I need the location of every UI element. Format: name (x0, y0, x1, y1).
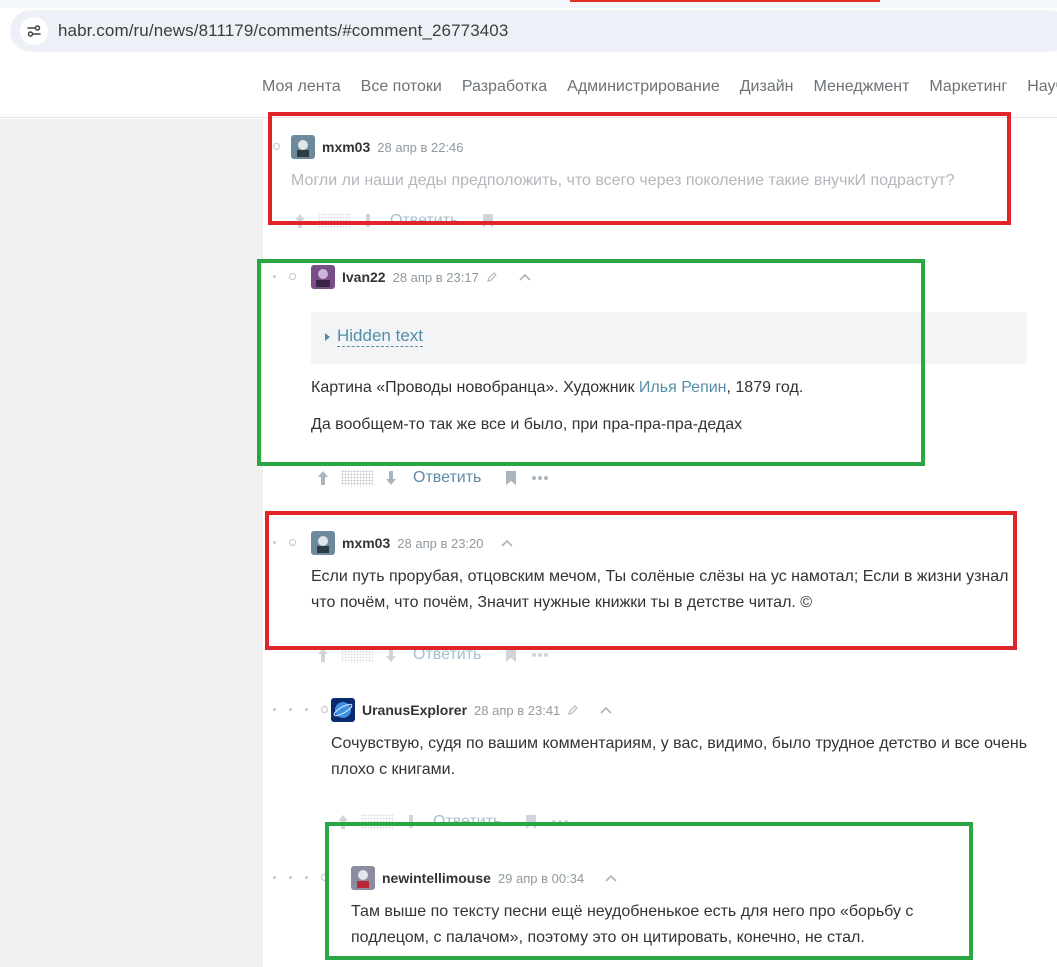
comment-header: Ivan22 28 апр в 23:17 (311, 265, 531, 289)
nav-item-popular-science[interactable]: Научпоп (1027, 78, 1057, 96)
site-header-nav: Моя лента Все потоки Разработка Админист… (0, 62, 1057, 118)
comment-text-line: Да вообщем-то так же все и было, при пра… (311, 416, 743, 433)
active-tab-accent (570, 0, 880, 2)
spoiler-title[interactable]: Hidden text (337, 326, 423, 347)
comment-timestamp[interactable]: 29 апр в 00:34 (498, 871, 584, 886)
avatar[interactable] (331, 698, 355, 722)
bookmark-icon[interactable] (505, 647, 517, 663)
comment-text: Если путь прорубая, отцовским мечом, Ты … (311, 568, 1009, 611)
comment-text: Могли ли наши деды предположить, что все… (291, 172, 955, 189)
comment-text-part: , 1879 год. (726, 379, 804, 396)
more-options-icon[interactable] (531, 652, 549, 658)
comment-score (318, 213, 350, 229)
bookmark-icon[interactable] (505, 470, 517, 486)
thread-dot (273, 541, 276, 544)
parent-comment-chevron-up-icon[interactable] (500, 539, 513, 547)
downvote-icon[interactable] (385, 470, 397, 486)
parent-comment-chevron-up-icon[interactable] (600, 706, 612, 714)
avatar[interactable] (311, 531, 335, 555)
thread-marker (289, 539, 296, 546)
parent-comment-chevron-up-icon[interactable] (519, 273, 531, 281)
address-bar[interactable]: habr.com/ru/news/811179/comments/#commen… (10, 10, 1057, 52)
url-text[interactable]: habr.com/ru/news/811179/comments/#commen… (58, 21, 508, 41)
thread-dot (273, 708, 276, 711)
comment-header: newintellimouse 29 апр в 00:34 (351, 866, 617, 890)
comment-timestamp[interactable]: 28 апр в 23:17 (393, 270, 479, 285)
upvote-icon[interactable] (317, 470, 329, 486)
thread-indent (273, 273, 296, 280)
comment-header: mxm03 28 апр в 22:46 (291, 135, 464, 159)
nav-item-administration[interactable]: Администрирование (567, 78, 720, 96)
thread-dot (273, 876, 276, 879)
nav-item-all-streams[interactable]: Все потоки (361, 78, 442, 96)
reply-button[interactable]: Ответить (413, 469, 481, 487)
thread-indent (273, 143, 280, 150)
edited-pencil-icon (486, 271, 498, 283)
more-options-icon[interactable] (551, 819, 569, 825)
nav-item-design[interactable]: Дизайн (740, 78, 794, 96)
nav-item-development[interactable]: Разработка (462, 78, 547, 96)
comment-username[interactable]: mxm03 (322, 139, 370, 155)
thread-dot (305, 876, 308, 879)
thread-marker (289, 273, 296, 280)
thread-indent (273, 874, 328, 881)
downvote-icon[interactable] (362, 213, 374, 229)
browser-tabstrip (0, 0, 1057, 8)
reply-button[interactable]: Ответить (390, 212, 458, 230)
edited-pencil-icon (567, 704, 579, 716)
comment-username[interactable]: Ivan22 (342, 269, 386, 285)
avatar[interactable] (311, 265, 335, 289)
comment-header: mxm03 28 апр в 23:20 (311, 531, 513, 555)
nav-item-my-feed[interactable]: Моя лента (262, 78, 341, 96)
site-settings-icon[interactable] (20, 17, 48, 45)
comment-score (341, 647, 373, 663)
artist-link[interactable]: Илья Репин (639, 379, 727, 396)
comment-username[interactable]: mxm03 (342, 535, 390, 551)
comment-text: Там выше по тексту песни ещё неудобненьк… (351, 903, 914, 946)
comment-text-part: Картина «Проводы новобранца». Художник (311, 379, 639, 396)
comment-score (361, 814, 393, 830)
bookmark-icon[interactable] (482, 213, 494, 229)
spoiler-block[interactable]: Hidden text (311, 312, 1027, 364)
downvote-icon[interactable] (385, 647, 397, 663)
thread-dot (289, 708, 292, 711)
parent-comment-chevron-up-icon[interactable] (605, 874, 617, 882)
upvote-icon[interactable] (337, 814, 349, 830)
comment-text-line: Картина «Проводы новобранца». Художник И… (311, 375, 1011, 401)
thread-marker (273, 143, 280, 150)
thread-indent (273, 539, 296, 546)
thread-marker (321, 706, 328, 713)
comment-actions: Ответить (317, 469, 549, 487)
spoiler-arrow-icon (325, 333, 330, 341)
thread-dot (305, 708, 308, 711)
downvote-icon[interactable] (405, 814, 417, 830)
more-options-icon[interactable] (531, 475, 549, 481)
comment-username[interactable]: newintellimouse (382, 870, 491, 886)
comment-timestamp[interactable]: 28 апр в 23:20 (397, 536, 483, 551)
avatar[interactable] (351, 866, 375, 890)
nav-item-marketing[interactable]: Маркетинг (929, 78, 1007, 96)
thread-dot (289, 876, 292, 879)
reply-button[interactable]: Ответить (413, 646, 481, 664)
comment-header: UranusExplorer 28 апр в 23:41 (331, 698, 612, 722)
comment-text: Сочувствую, судя по вашим комментариям, … (331, 735, 1028, 778)
upvote-icon[interactable] (294, 213, 306, 229)
nav-item-management[interactable]: Менеджмент (814, 78, 910, 96)
comment-actions: Ответить (337, 813, 569, 831)
bookmark-icon[interactable] (525, 814, 537, 830)
thread-marker (321, 874, 328, 881)
comment-timestamp[interactable]: 28 апр в 23:41 (474, 703, 560, 718)
comment-score (341, 470, 373, 486)
upvote-icon[interactable] (317, 647, 329, 663)
thread-dot (273, 275, 276, 278)
comment-actions: Ответить (317, 646, 549, 664)
avatar[interactable] (291, 135, 315, 159)
comment-actions: Ответить (294, 212, 494, 230)
comment-timestamp[interactable]: 28 апр в 22:46 (377, 140, 463, 155)
reply-button[interactable]: Ответить (433, 813, 501, 831)
comment-username[interactable]: UranusExplorer (362, 702, 467, 718)
thread-indent (273, 706, 328, 713)
